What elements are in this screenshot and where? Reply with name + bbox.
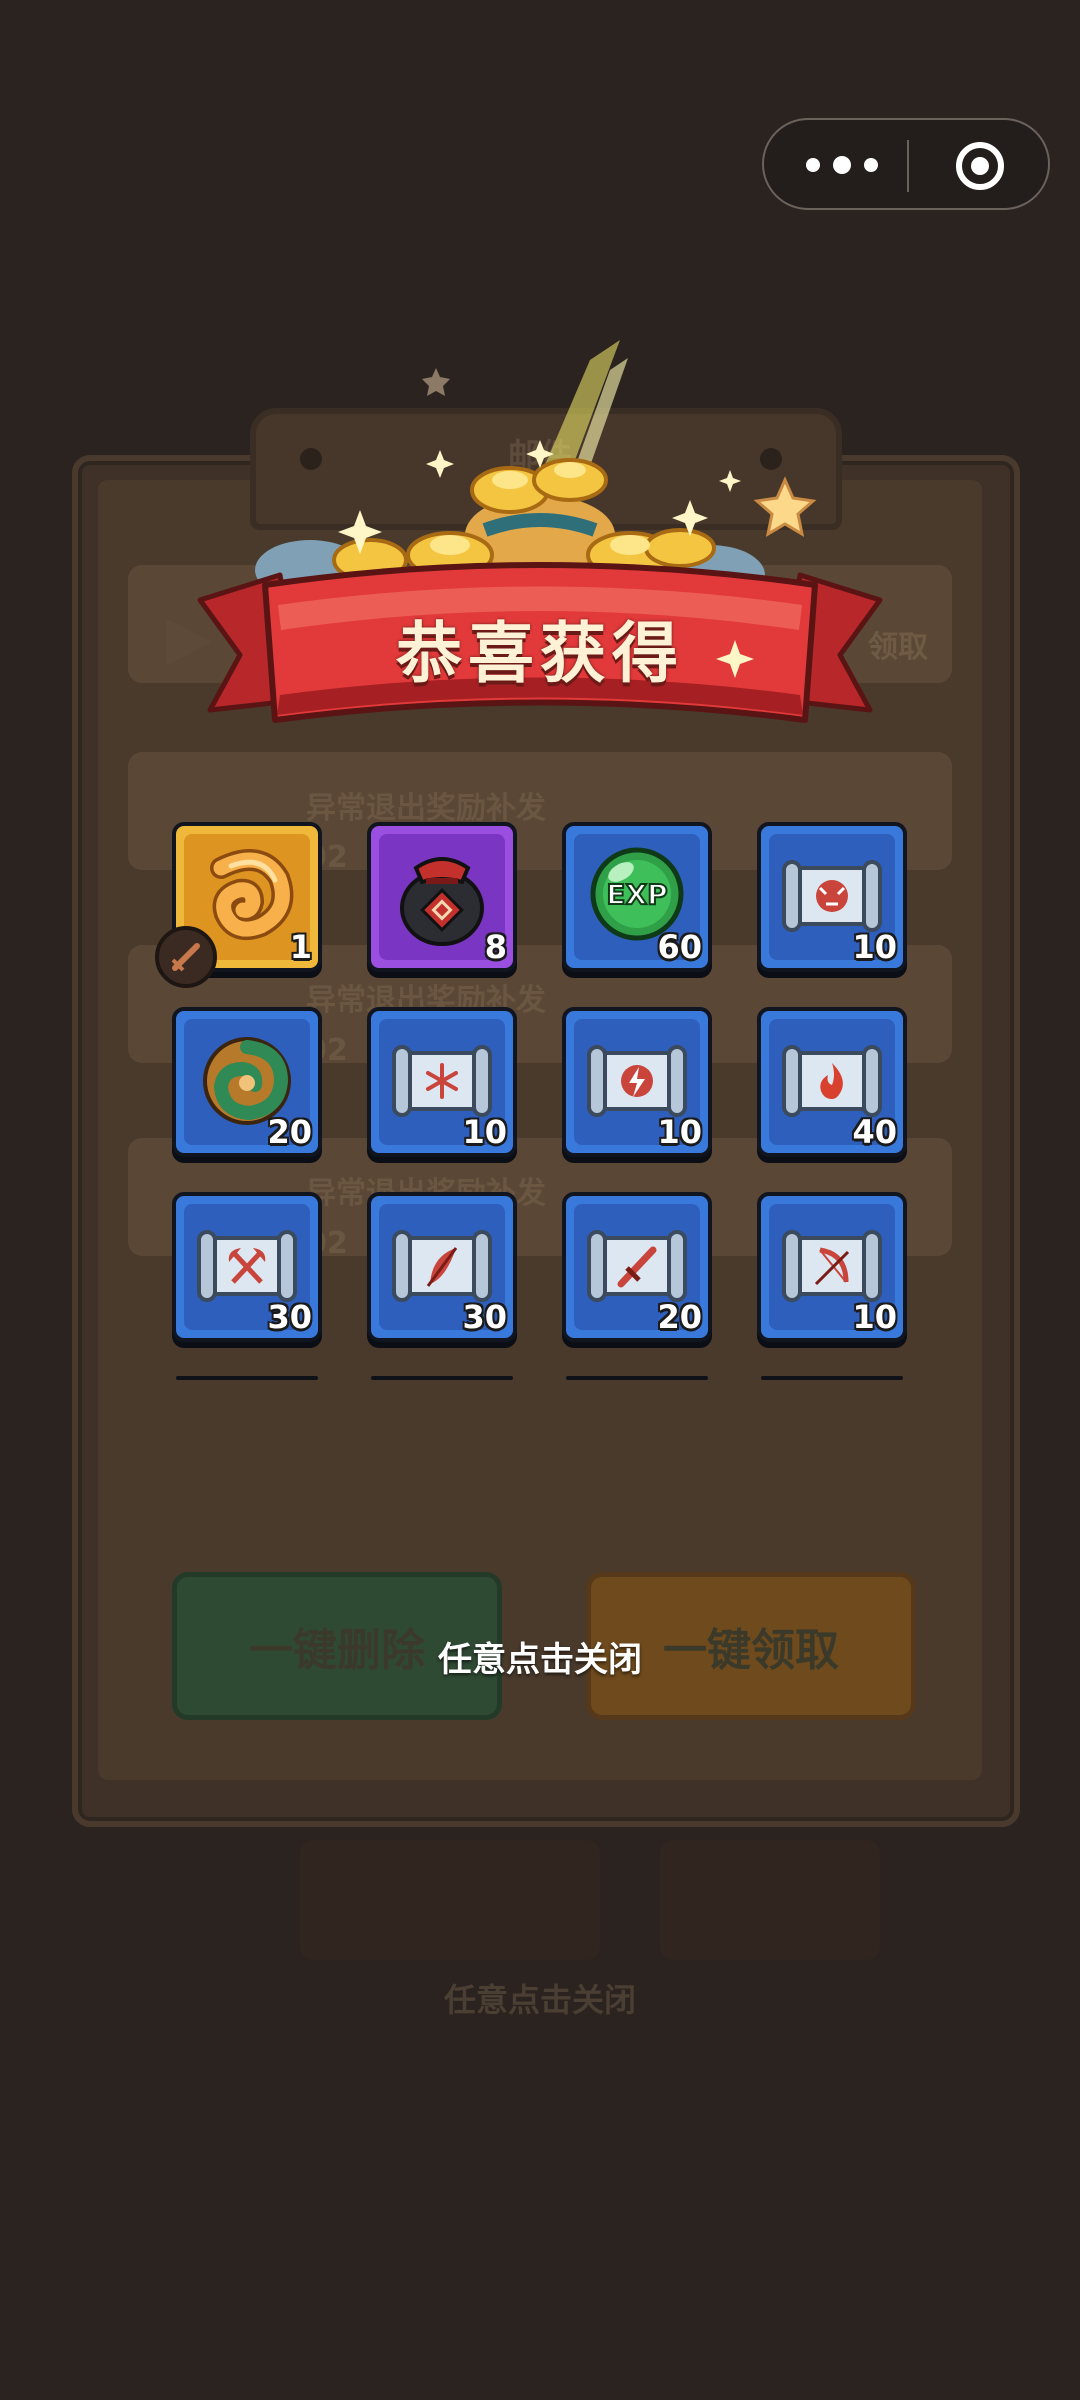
item-count: 20 xyxy=(657,1298,702,1336)
capsule-divider xyxy=(907,140,909,192)
next-row-edge xyxy=(371,1376,513,1380)
next-row-edge xyxy=(176,1376,318,1380)
more-dots-icon[interactable] xyxy=(806,150,878,180)
item-count: 30 xyxy=(462,1298,507,1336)
reward-item[interactable]: 20 xyxy=(562,1192,712,1342)
exp-label: EXP xyxy=(606,878,667,911)
reward-item[interactable]: 30 xyxy=(172,1192,322,1342)
wine-jar-icon xyxy=(400,857,484,946)
reward-item[interactable]: 10 xyxy=(367,1007,517,1157)
item-count: 60 xyxy=(657,928,702,966)
sword-badge xyxy=(155,926,217,988)
tap-to-close-hint[interactable]: 任意点击关闭 xyxy=(0,1632,1080,1681)
mail-row-title: 异常退出奖励补发 xyxy=(306,791,546,826)
underlay-button xyxy=(300,1840,600,1960)
sword-icon xyxy=(171,943,200,972)
next-row-edge xyxy=(761,1376,903,1380)
item-count: 10 xyxy=(852,928,897,966)
reward-item[interactable]: 10 xyxy=(757,1192,907,1342)
item-count: 10 xyxy=(657,1113,702,1151)
reward-item[interactable]: 20 xyxy=(172,1007,322,1157)
underlay-button xyxy=(660,1840,880,1960)
reward-item[interactable]: 40 xyxy=(757,1007,907,1157)
mini-program-capsule xyxy=(762,118,1050,210)
item-count: 10 xyxy=(462,1113,507,1151)
reward-item[interactable]: EXP 60 xyxy=(562,822,712,972)
item-count: 30 xyxy=(267,1298,312,1336)
item-count: 40 xyxy=(852,1113,897,1151)
reward-item[interactable]: 10 xyxy=(562,1007,712,1157)
reward-item[interactable]: 8 xyxy=(367,822,517,972)
item-count: 20 xyxy=(267,1113,312,1151)
item-count: 10 xyxy=(852,1298,897,1336)
underlay-close-hint: 任意点击关闭 xyxy=(443,1981,636,2019)
reward-title: 恭喜获得 xyxy=(396,615,684,692)
mini-program-close-icon[interactable] xyxy=(956,142,1004,190)
reward-item[interactable]: 30 xyxy=(367,1192,517,1342)
item-count: 8 xyxy=(484,928,507,966)
next-row-edge xyxy=(566,1376,708,1380)
item-count: 1 xyxy=(289,928,312,966)
reward-item[interactable]: 10 xyxy=(757,822,907,972)
